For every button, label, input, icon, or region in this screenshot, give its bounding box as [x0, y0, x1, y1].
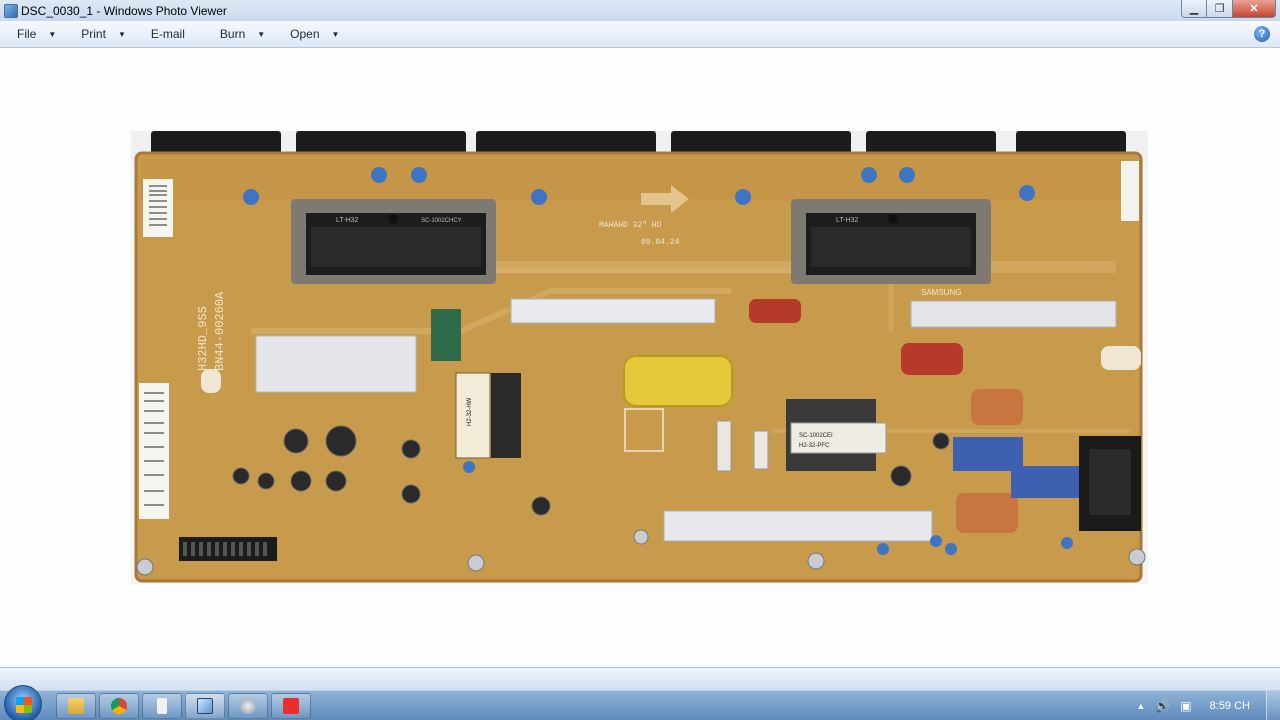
- menu-burn-label: Burn: [219, 27, 246, 41]
- taskbar-photo-viewer-app[interactable]: [185, 693, 225, 719]
- chevron-down-icon: ▼: [48, 29, 57, 39]
- pdf-icon: [283, 698, 299, 714]
- displayed-photo[interactable]: H32HD_9SS BN44-00260A SAMSUNG MAHAHD 32"…: [131, 131, 1148, 584]
- pfc-transformer-label: H2-32-PFC: [799, 443, 830, 449]
- taskbar-notes-app[interactable]: [142, 693, 182, 719]
- viewer-control-bar: [0, 667, 1280, 690]
- minimize-button[interactable]: ▁: [1181, 0, 1207, 18]
- board-ref-label: MAHAHD 32" HD: [599, 221, 662, 230]
- menu-bar: File ▼ Print ▼ E-mail Burn ▼ Open ▼ ?: [0, 21, 1280, 48]
- menu-open-label: Open: [290, 27, 320, 41]
- board-brand-label: SAMSUNG: [921, 288, 961, 297]
- board-part-label: BN44-00260A: [213, 291, 227, 371]
- menu-file-label: File: [17, 27, 37, 41]
- taskbar-folder-app[interactable]: [56, 693, 96, 719]
- pcb-photo: H32HD_9SS BN44-00260A SAMSUNG MAHAHD 32"…: [131, 131, 1148, 583]
- title-bar: DSC_0030_1 - Windows Photo Viewer ▁ ❐ ✕: [0, 0, 1280, 21]
- chevron-down-icon: ▼: [331, 29, 340, 39]
- settings-icon: [240, 698, 256, 714]
- folder-icon: [68, 698, 84, 714]
- photo-viewer-icon: [4, 3, 18, 18]
- help-icon[interactable]: ?: [1254, 26, 1270, 42]
- taskbar-clock[interactable]: 8:59 CH: [1210, 700, 1250, 712]
- pfc-transformer-code: SC-1002CEI: [799, 433, 833, 439]
- transformer-left-label: LT-H32: [336, 217, 359, 224]
- taskbar-pdf-app[interactable]: [271, 693, 311, 719]
- menu-burn[interactable]: Burn ▼: [203, 21, 273, 47]
- network-icon[interactable]: ▣: [1180, 699, 1191, 713]
- system-tray: ▲ 🔊 ▣ 8:59 CH: [1136, 691, 1280, 720]
- chevron-down-icon: ▼: [117, 29, 126, 39]
- start-button[interactable]: [4, 685, 42, 720]
- transformer-right-label: LT-H32: [836, 217, 859, 224]
- taskbar-settings-app[interactable]: [228, 693, 268, 719]
- photo-viewer-icon: [197, 698, 213, 714]
- menu-email[interactable]: E-mail: [134, 21, 203, 47]
- window-controls: ▁ ❐ ✕: [1181, 0, 1276, 18]
- notes-icon: [157, 698, 167, 714]
- window-title: DSC_0030_1 - Windows Photo Viewer: [21, 3, 227, 18]
- menu-open[interactable]: Open ▼: [273, 21, 347, 47]
- taskbar-chrome-app[interactable]: [99, 693, 139, 719]
- small-transformer-label: H2-32-HW: [467, 397, 473, 426]
- menu-file[interactable]: File ▼: [0, 21, 64, 47]
- chevron-down-icon: ▼: [257, 29, 266, 39]
- show-desktop-button[interactable]: [1266, 691, 1280, 720]
- transformer-left-code: SC-1002CHCY: [421, 218, 462, 224]
- menu-print-label: Print: [81, 27, 106, 41]
- board-model-label: H32HD_9SS: [196, 306, 210, 371]
- taskbar: ▲ 🔊 ▣ 8:59 CH: [0, 685, 1280, 720]
- image-viewer[interactable]: H32HD_9SS BN44-00260A SAMSUNG MAHAHD 32"…: [0, 48, 1280, 667]
- show-hidden-icons[interactable]: ▲: [1136, 701, 1145, 711]
- volume-icon[interactable]: 🔊: [1155, 699, 1170, 713]
- chrome-icon: [111, 698, 127, 714]
- menu-email-label: E-mail: [150, 27, 185, 41]
- maximize-button[interactable]: ❐: [1207, 0, 1233, 18]
- close-button[interactable]: ✕: [1233, 0, 1276, 18]
- board-date-label: 09.04.24: [641, 238, 680, 247]
- menu-print[interactable]: Print ▼: [64, 21, 134, 47]
